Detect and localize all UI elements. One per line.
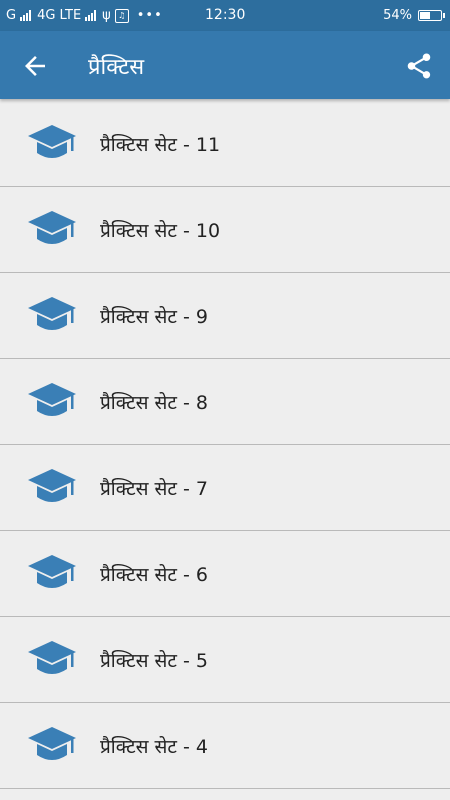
list-item-practice-set-6[interactable]: प्रैक्टिस सेट - 5 <box>0 617 450 703</box>
graduation-cap-icon <box>28 211 76 244</box>
list-item-label: प्रैक्टिस सेट - 5 <box>100 650 208 672</box>
notification-icon: ♫ <box>114 8 129 23</box>
list-item-practice-set-5[interactable]: प्रैक्टिस सेट - 6 <box>0 531 450 617</box>
share-icon <box>407 53 431 79</box>
status-bar-right: 54% <box>383 8 445 23</box>
graduation-cap-icon <box>28 125 76 158</box>
graduation-cap-icon <box>28 727 76 760</box>
signal-icon <box>20 10 32 21</box>
page-title: प्रैक्टिस <box>88 55 145 80</box>
battery-percent: 54% <box>383 8 412 23</box>
arrow-left-icon <box>25 56 45 76</box>
list-item-label: प्रैक्टिस सेट - 8 <box>100 392 208 414</box>
practice-set-list: प्रैक्टिस सेट - 11 प्रैक्टिस सेट - 10 प्… <box>0 101 450 789</box>
graduation-cap-icon <box>28 555 76 588</box>
share-button[interactable] <box>404 51 434 81</box>
list-item-label: प्रैक्टिस सेट - 11 <box>100 134 221 156</box>
graduation-cap-icon <box>28 297 76 330</box>
list-item-label: प्रैक्टिस सेट - 4 <box>100 736 208 758</box>
list-item-practice-set-4[interactable]: प्रैक्टिस सेट - 7 <box>0 445 450 531</box>
signal-icon-2 <box>85 10 97 21</box>
status-bar: G 4G LTE ψ ♫ ••• 12:30 54% <box>0 0 450 31</box>
list-item-practice-set-0[interactable]: प्रैक्टिस सेट - 11 <box>0 101 450 187</box>
list-item-practice-set-3[interactable]: प्रैक्टिस सेट - 8 <box>0 359 450 445</box>
battery-icon <box>418 10 445 21</box>
battery-fill <box>420 12 430 19</box>
usb-icon: ψ <box>102 8 111 23</box>
graduation-cap-icon <box>28 383 76 416</box>
carrier-label: G <box>6 8 17 23</box>
status-bar-left: G 4G LTE ψ ♫ ••• <box>6 8 163 23</box>
list-item-practice-set-1[interactable]: प्रैक्टिस सेट - 10 <box>0 187 450 273</box>
list-item-label: प्रैक्टिस सेट - 7 <box>100 478 208 500</box>
list-item-label: प्रैक्टिस सेट - 10 <box>100 220 221 242</box>
list-item-practice-set-7[interactable]: प्रैक्टिस सेट - 4 <box>0 703 450 789</box>
list-item-label: प्रैक्टिस सेट - 6 <box>100 564 208 586</box>
back-button[interactable] <box>20 51 50 81</box>
more-notifications-icon: ••• <box>136 8 163 23</box>
network-label: 4G LTE <box>37 8 82 23</box>
graduation-cap-icon <box>28 469 76 502</box>
list-item-practice-set-2[interactable]: प्रैक्टिस सेट - 9 <box>0 273 450 359</box>
clock: 12:30 <box>205 7 246 23</box>
list-item-label: प्रैक्टिस सेट - 9 <box>100 306 208 328</box>
app-bar: प्रैक्टिस <box>0 31 450 99</box>
graduation-cap-icon <box>28 641 76 674</box>
